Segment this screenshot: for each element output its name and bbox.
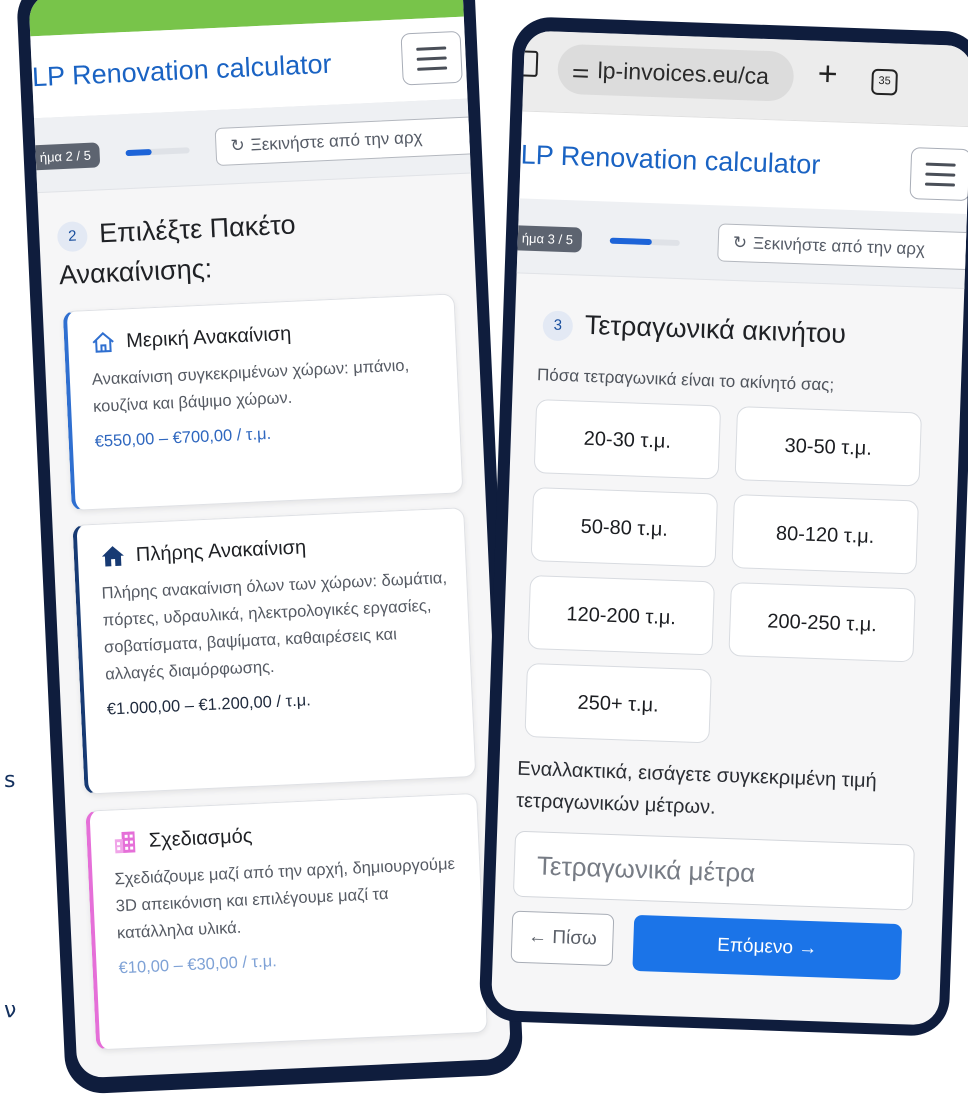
- house-solid-icon: [99, 544, 126, 569]
- card-title: Σχεδιασμός: [148, 824, 253, 852]
- package-card-full[interactable]: Πλήρης Ανακαίνιση Πλήρης ανακαίνιση όλων…: [72, 507, 477, 795]
- card-title: Πλήρης Ανακαίνιση: [135, 535, 307, 566]
- edge-letter-top: s: [4, 768, 16, 793]
- card-price: €1.000,00 – €1.200,00 / τ.μ.: [106, 691, 312, 719]
- card-description: Σχεδιάζουμε μαζί από την αρχή, δημιουργο…: [114, 854, 456, 943]
- refresh-icon: ↻: [230, 135, 246, 156]
- refresh-icon: ↻: [732, 232, 748, 253]
- restart-label: Ξεκινήστε από την αρχ: [752, 233, 926, 259]
- area-option[interactable]: 250+ τ.μ.: [524, 662, 712, 744]
- url-text: lp-invoices.eu/ca: [597, 57, 770, 90]
- card-description: Ανακαίνιση συγκεκριμένων χώρων: μπάνιο, …: [91, 356, 410, 416]
- card-price: €550,00 – €700,00 / τ.μ.: [94, 424, 272, 451]
- site-settings-icon[interactable]: ⚌: [571, 60, 590, 83]
- next-button[interactable]: Επόμενο →: [632, 914, 903, 981]
- restart-label: Ξεκινήστε από την αρχ: [250, 127, 423, 155]
- question-text: Πόσα τετραγωνικά είναι το ακίνητό σας;: [536, 365, 835, 395]
- section-number-badge: 3: [542, 310, 574, 342]
- card-title: Μερική Ανακαίνιση: [125, 322, 292, 352]
- tab-count-button[interactable]: 35: [871, 68, 898, 96]
- square-meters-input[interactable]: Τετραγωνικά μέτρα: [512, 830, 915, 911]
- restart-button[interactable]: ↻ Ξεκινήστε από την αρχ: [717, 223, 968, 271]
- building-icon: [112, 829, 139, 854]
- area-option[interactable]: 80-120 τ.μ.: [731, 494, 919, 575]
- card-price: €10,00 – €30,00 / τ.μ.: [118, 952, 278, 978]
- brand-title[interactable]: LP Renovation calculator: [520, 139, 821, 180]
- card-description: Πλήρης ανακαίνιση όλων των χώρων: δωμάτι…: [101, 569, 448, 684]
- progress-fill: [125, 148, 152, 157]
- url-bar[interactable]: ⚌ lp-invoices.eu/ca: [556, 43, 795, 102]
- section-title-text: Τετραγωνικά ακινήτου: [584, 309, 847, 349]
- house-outline-icon: [90, 330, 117, 355]
- package-card-design[interactable]: Σχεδιασμός Σχεδιάζουμε μαζί από την αρχή…: [85, 792, 488, 1051]
- area-option[interactable]: 20-30 τ.μ.: [533, 399, 722, 480]
- right-phone-frame: ⚌ lp-invoices.eu/ca + 35 LP Renovation ca…: [478, 16, 968, 1037]
- progress-bar: [125, 147, 190, 157]
- browser-toolbar: ⚌ lp-invoices.eu/ca + 35: [517, 30, 968, 127]
- step-indicator-pill: ήμα 2 / 5: [35, 142, 101, 171]
- edge-letter-bottom: ν: [4, 998, 17, 1023]
- section-title: 3 Τετραγωνικά ακινήτου: [542, 303, 846, 354]
- alternative-hint: Εναλλακτικά, εισάγετε συγκεκριμένη τιμή …: [515, 757, 878, 819]
- restart-button[interactable]: ↻ Ξεκινήστε από την αρχ: [214, 116, 477, 167]
- section-title: 2 Επιλέξτε Πακέτο Ανακαίνισης:: [56, 198, 449, 296]
- package-card-partial[interactable]: Μερική Ανακαίνιση Ανακαίνιση συγκεκριμέν…: [62, 293, 464, 511]
- back-button[interactable]: ← Πίσω: [510, 910, 615, 967]
- brand-title[interactable]: LP Renovation calculator: [31, 49, 332, 94]
- left-phone-screen: LP Renovation calculator ήμα 2 / 5 ↻ Ξεκι…: [28, 0, 512, 1079]
- area-option[interactable]: 50-80 τ.μ.: [530, 487, 719, 568]
- section-title-line1: Επιλέξτε Πακέτο: [98, 209, 297, 249]
- step-bar: ήμα 3 / 5 ↻ Ξεκινήστε από την αρχ: [516, 198, 968, 290]
- area-option[interactable]: 200-250 τ.μ.: [728, 582, 916, 663]
- step-indicator-pill: ήμα 3 / 5: [517, 225, 583, 253]
- right-phone-screen: ⚌ lp-invoices.eu/ca + 35 LP Renovation ca…: [490, 30, 968, 1026]
- new-tab-button[interactable]: +: [817, 55, 838, 95]
- section-number-badge: 2: [56, 220, 89, 253]
- left-phone-frame: LP Renovation calculator ήμα 2 / 5 ↻ Ξεκι…: [15, 0, 524, 1095]
- progress-fill: [609, 237, 652, 246]
- progress-bar: [609, 237, 680, 247]
- hamburger-menu-button[interactable]: [400, 30, 463, 86]
- home-icon[interactable]: [517, 50, 539, 77]
- hamburger-menu-button[interactable]: [909, 147, 968, 202]
- section-title-line2: Ανακαίνισης:: [58, 253, 213, 291]
- area-option[interactable]: 120-200 τ.μ.: [527, 575, 715, 656]
- area-option[interactable]: 30-50 τ.μ.: [734, 406, 923, 487]
